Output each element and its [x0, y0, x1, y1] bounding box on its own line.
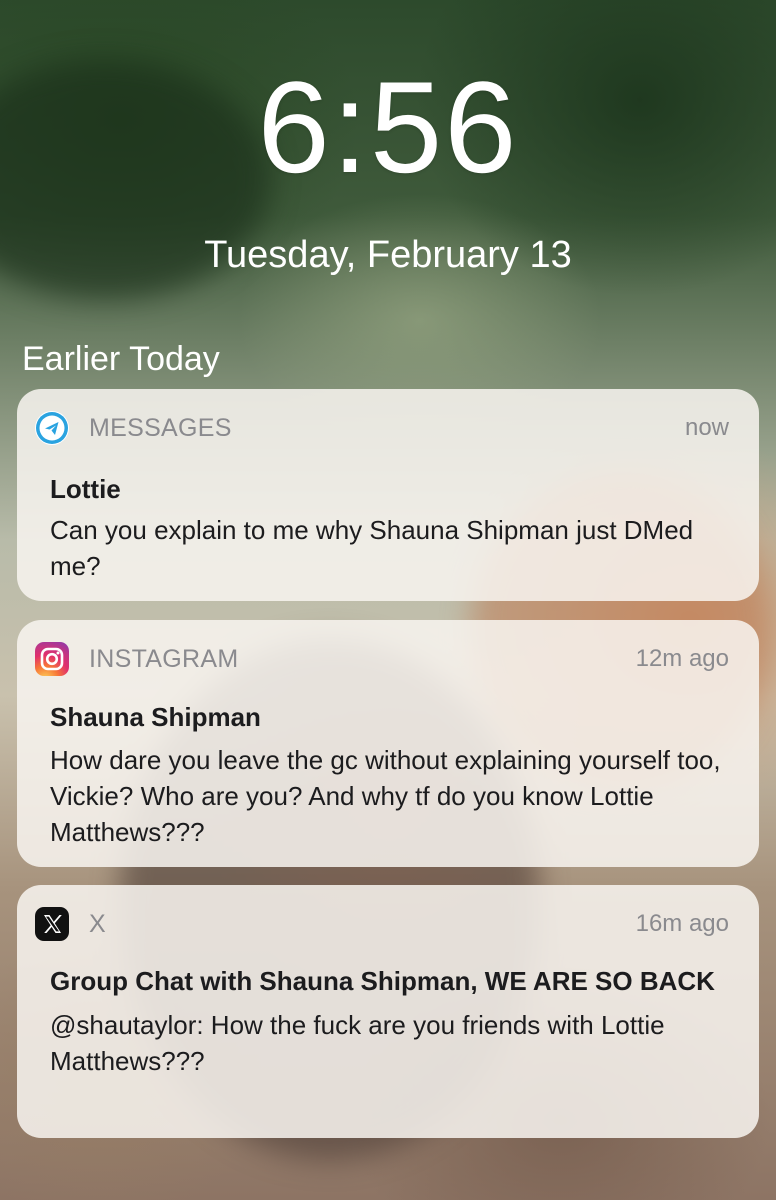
- notification-body: Group Chat with Shauna Shipman, WE ARE S…: [50, 961, 731, 1079]
- notification-instagram[interactable]: INSTAGRAM 12m ago Shauna Shipman How dar…: [17, 620, 759, 867]
- telegram-icon: [35, 411, 69, 445]
- notification-message: How dare you leave the gc without explai…: [50, 745, 721, 847]
- notification-sender: Group Chat with Shauna Shipman, WE ARE S…: [50, 966, 715, 996]
- notification-body: Shauna Shipman How dare you leave the gc…: [50, 698, 731, 850]
- notification-message: @shautaylor: How the fuck are you friend…: [50, 1010, 665, 1076]
- lockscreen-clock: 6:56: [257, 54, 519, 200]
- notification-time: now: [684, 414, 729, 441]
- notification-x[interactable]: X 16m ago Group Chat with Shauna Shipman…: [17, 885, 759, 1138]
- notification-sender: Shauna Shipman: [50, 702, 261, 732]
- notification-header: INSTAGRAM 12m ago: [35, 642, 729, 676]
- notification-body: Lottie Can you explain to me why Shauna …: [50, 470, 731, 584]
- lockscreen-date: Tuesday, February 13: [204, 234, 572, 276]
- notification-section-title: Earlier Today: [22, 340, 220, 378]
- app-name: X: [89, 909, 106, 938]
- notification-message: Can you explain to me why Shauna Shipman…: [50, 515, 694, 581]
- app-name: MESSAGES: [89, 413, 232, 442]
- x-icon: [35, 907, 69, 941]
- notification-messages[interactable]: MESSAGES now Lottie Can you explain to m…: [17, 389, 759, 601]
- notification-header: MESSAGES now: [35, 411, 729, 445]
- app-name: INSTAGRAM: [89, 644, 239, 673]
- notification-time: 12m ago: [635, 645, 729, 672]
- notification-sender: Lottie: [50, 474, 121, 504]
- notification-time: 16m ago: [635, 910, 729, 937]
- notification-header: X 16m ago: [35, 907, 729, 941]
- instagram-icon: [35, 642, 69, 676]
